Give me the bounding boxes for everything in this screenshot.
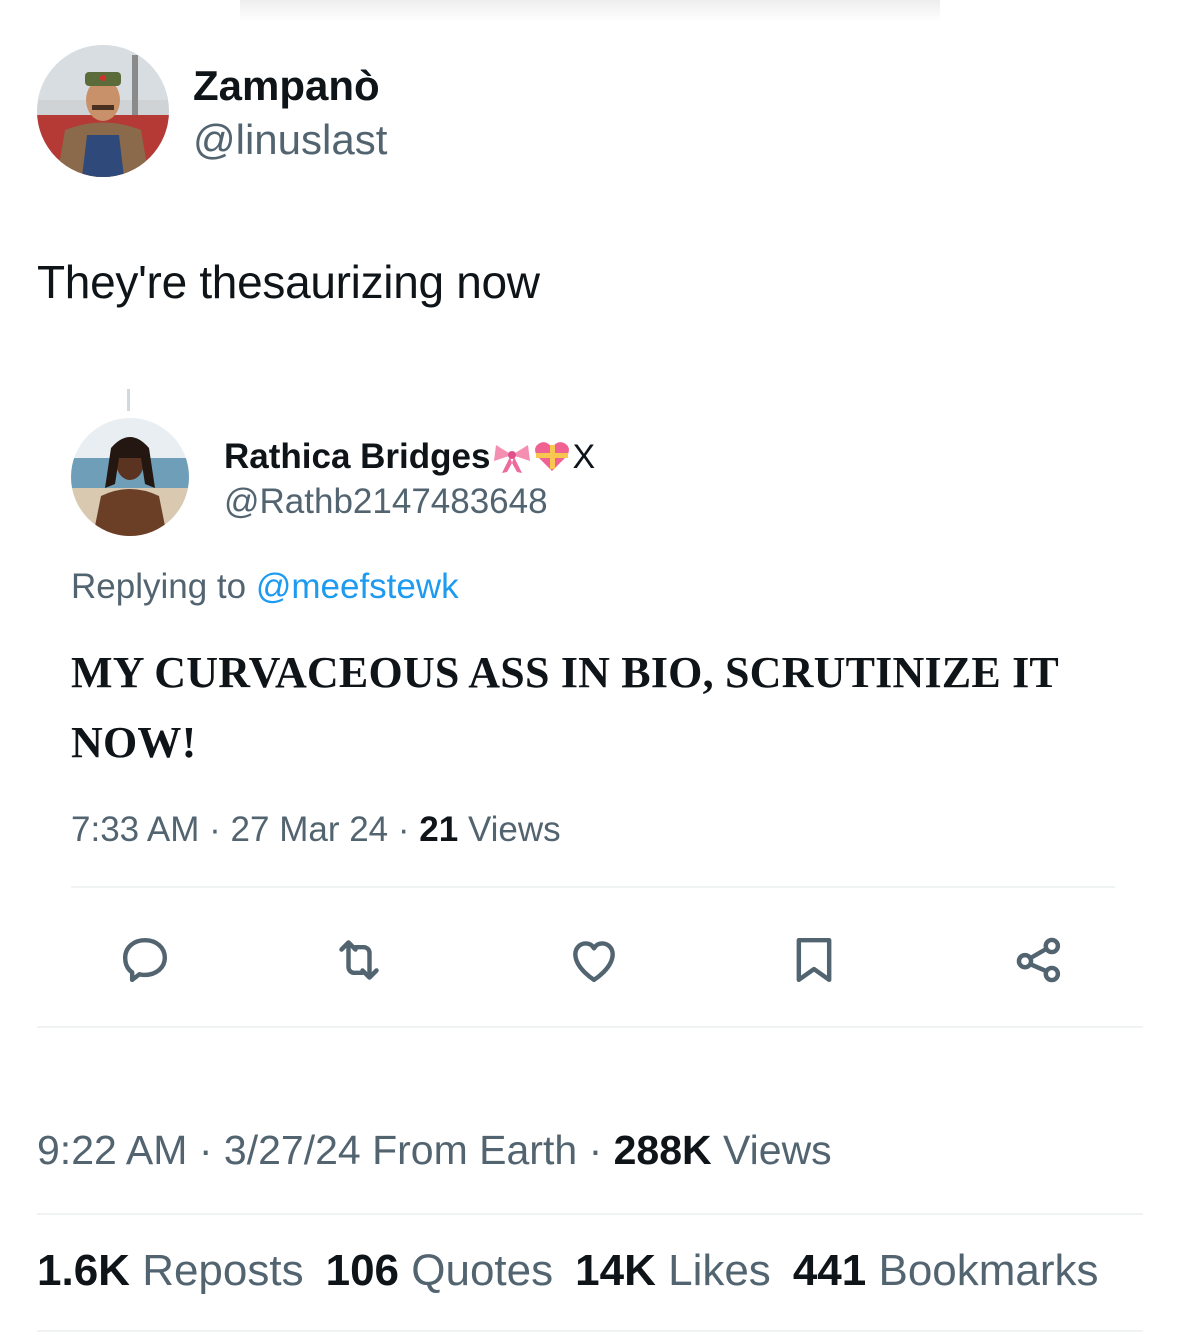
ribbon-emoji-icon (492, 439, 532, 475)
quoted-views-label: Views (467, 810, 561, 849)
tweet-source: From Earth (372, 1127, 578, 1173)
bookmarks-count: 441 (792, 1246, 867, 1295)
separator: · (588, 1127, 603, 1173)
share-button[interactable] (1004, 925, 1074, 995)
replying-to-mention[interactable]: @meefstewk (256, 567, 459, 606)
quoted-views-count: 21 (419, 810, 459, 849)
reply-button[interactable] (110, 925, 180, 995)
quotes-count: 106 (325, 1246, 400, 1295)
stats-divider (37, 1330, 1143, 1332)
quote-bottom-divider (37, 1026, 1143, 1028)
bookmarks-label: Bookmarks (878, 1246, 1099, 1295)
quoted-author-avatar[interactable] (71, 418, 189, 536)
quoted-time[interactable]: 7:33 AM (71, 810, 199, 849)
reposts-count: 1.6K (37, 1246, 130, 1295)
bookmark-icon (796, 937, 832, 983)
name-suffix: X (572, 437, 596, 476)
quoted-meta: 7:33 AM · 27 Mar 24 · 21 Views (71, 810, 561, 850)
separator: · (209, 810, 221, 849)
bookmark-button[interactable] (779, 925, 849, 995)
heart-with-ribbon-emoji-icon (532, 439, 572, 475)
meta-divider (37, 1213, 1143, 1215)
retweet-icon (339, 940, 379, 980)
likes-label: Likes (668, 1246, 771, 1295)
thread-connector (127, 389, 130, 411)
quotes-stat[interactable]: 106 Quotes (326, 1246, 554, 1295)
author-handle[interactable]: @linuslast (193, 116, 387, 164)
quotes-label: Quotes (411, 1246, 554, 1295)
separator: · (198, 1127, 213, 1173)
author-name[interactable]: Zampanò (193, 62, 380, 110)
quoted-author-name[interactable]: Rathica Bridges X (224, 437, 595, 477)
tweet-text: They're thesaurizing now (37, 256, 540, 308)
tweet-time[interactable]: 9:22 AM (37, 1127, 187, 1173)
like-icon (573, 941, 615, 983)
reposts-label: Reposts (142, 1246, 304, 1295)
bookmarks-stat[interactable]: 441 Bookmarks (793, 1246, 1099, 1295)
tweet-date[interactable]: 3/27/24 (224, 1127, 361, 1173)
quoted-author-handle[interactable]: @Rathb2147483648 (224, 482, 548, 522)
tweet-views-count: 288K (613, 1127, 712, 1173)
author-avatar[interactable] (37, 45, 169, 177)
reply-icon (122, 937, 168, 983)
separator: · (397, 810, 410, 849)
replying-prefix: Replying to (71, 567, 247, 606)
replying-to: Replying to @meefstewk (71, 567, 459, 607)
likes-count: 14K (575, 1246, 656, 1295)
engagement-stats: 1.6K Reposts 106 Quotes 14K Likes 441 Bookm… (37, 1246, 1121, 1296)
reposts-stat[interactable]: 1.6K Reposts (37, 1246, 304, 1295)
share-icon (1016, 937, 1061, 983)
likes-stat[interactable]: 14K Likes (575, 1246, 771, 1295)
quoted-divider (71, 886, 1115, 888)
tweet-views-label: Views (723, 1127, 832, 1173)
quoted-tweet-text: MY CURVACEOUS ASS IN BIO, SCRUTINIZE IT … (71, 648, 1059, 767)
quoted-date[interactable]: 27 Mar 24 (231, 810, 389, 849)
like-button[interactable] (559, 925, 629, 995)
quoted-author-name-text: Rathica Bridges (224, 437, 491, 476)
top-fade (240, 0, 940, 22)
retweet-button[interactable] (324, 925, 394, 995)
tweet-meta: 9:22 AM · 3/27/24 From Earth · 288K View… (37, 1127, 832, 1174)
quoted-action-bar (100, 925, 1090, 995)
